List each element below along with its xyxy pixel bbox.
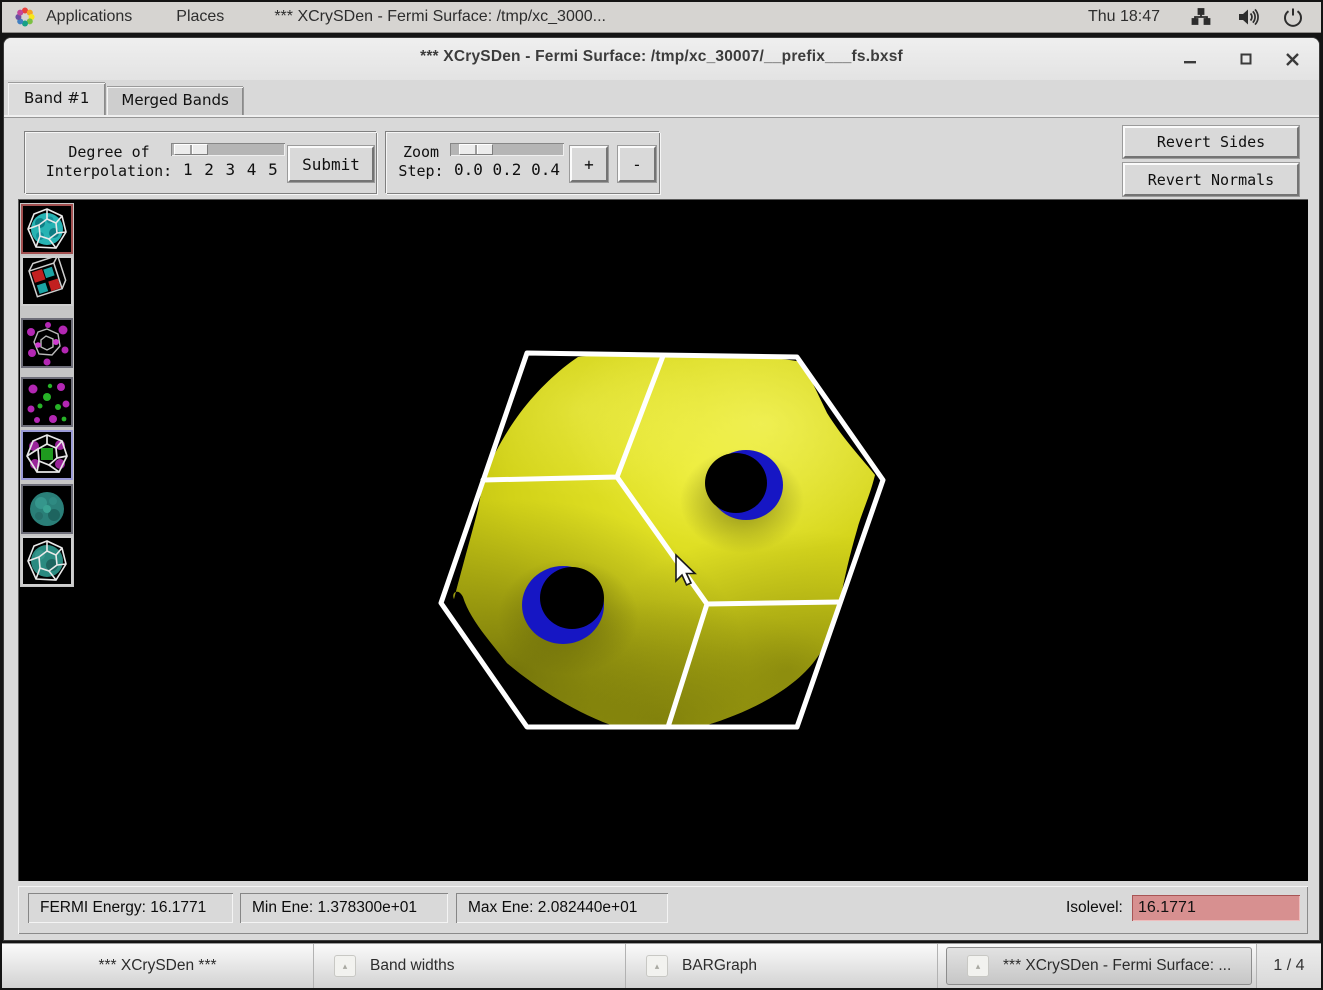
thumbnail-magenta-green-pockets[interactable]	[21, 377, 73, 427]
zoom-step-scale-ticks: 0.0 0.2 0.4	[454, 160, 560, 179]
topbar-right: Thu 18:47	[1070, 5, 1321, 29]
taskbar-item-fermi-surface-label: *** XCrySDen - Fermi Surface: ...	[1003, 957, 1231, 975]
zoom-in-button[interactable]: +	[570, 146, 608, 182]
isolevel-input[interactable]	[1132, 895, 1300, 921]
taskbar-item-bargraph-label: BARGraph	[682, 957, 757, 975]
tab-separator-line	[4, 115, 1319, 118]
fermi-surface-scene	[18, 199, 1308, 881]
tab-bar: Band #1 Merged Bands	[8, 84, 245, 115]
clock[interactable]: Thu 18:47	[1070, 8, 1178, 26]
taskbar-item-fermi-surface-active[interactable]: ▴ *** XCrySDen - Fermi Surface: ...	[946, 947, 1252, 985]
topbar-active-window-item[interactable]: *** XCrySDen - Fermi Surface: /tmp/xc_30…	[246, 8, 628, 26]
applications-pinwheel-icon[interactable]	[14, 6, 36, 28]
window-content: Band #1 Merged Bands Degree of Interpola…	[4, 80, 1319, 940]
fermi-energy-readout: FERMI Energy: 16.1771	[28, 893, 233, 923]
interpolation-scale-ticks: 1 2 3 4 5 6	[183, 160, 300, 179]
window-title: *** XCrySDen - Fermi Surface: /tmp/xc_30…	[4, 48, 1319, 66]
submit-button[interactable]: Submit	[288, 146, 374, 182]
thumbnail-teal-surface-wireframe[interactable]	[21, 536, 73, 586]
window-icon: ▴	[334, 955, 356, 977]
zoom-step-panel: Zoom Step: 0.0 0.2 0.4 + -	[386, 132, 660, 194]
interpolation-slider-handle[interactable]	[174, 144, 208, 155]
thumbnail-teal-closed-surface[interactable]	[21, 484, 73, 534]
places-menu[interactable]: Places	[154, 8, 246, 26]
thumbnail-green-magenta-wireframe-highlighted[interactable]	[21, 430, 73, 480]
taskbar: *** XCrySDen *** ▴ Band widths ▴ BARGrap…	[2, 943, 1321, 988]
xcrysden-fermi-surface-window: *** XCrySDen - Fermi Surface: /tmp/xc_30…	[4, 38, 1319, 940]
zoom-out-button[interactable]: -	[618, 146, 656, 182]
desktop-top-bar: Applications Places *** XCrySDen - Fermi…	[2, 2, 1321, 33]
revert-normals-button[interactable]: Revert Normals	[1123, 163, 1299, 196]
tab-band-1-label: Band #1	[24, 89, 89, 107]
interpolation-slider[interactable]	[171, 143, 285, 156]
max-energy-readout: Max Ene: 2.082440e+01	[456, 893, 668, 923]
thumbnail-magenta-pockets-wireframe[interactable]	[21, 318, 73, 368]
surface-hole-bottom	[522, 566, 604, 644]
fermi-surface-blob	[288, 294, 988, 839]
tab-merged-bands[interactable]: Merged Bands	[107, 87, 242, 115]
taskbar-item-band-widths[interactable]: ▴ Band widths	[314, 944, 626, 988]
taskbar-item-bargraph[interactable]: ▴ BARGraph	[626, 944, 938, 988]
surface-thumbnail-column	[20, 203, 74, 587]
tab-band-1[interactable]: Band #1	[8, 83, 105, 115]
power-icon[interactable]	[1281, 5, 1305, 29]
render-viewport[interactable]	[18, 199, 1308, 881]
min-energy-readout: Min Ene: 1.378300e+01	[240, 893, 448, 923]
topbar-left: Applications Places *** XCrySDen - Fermi…	[2, 6, 628, 28]
volume-icon[interactable]	[1235, 5, 1259, 29]
isolevel-label: Isolevel:	[1066, 899, 1123, 917]
thumbnail-cyan-surface-selected[interactable]	[21, 204, 73, 254]
zoom-step-slider[interactable]	[450, 143, 564, 156]
desktop-screen: Applications Places *** XCrySDen - Fermi…	[0, 0, 1323, 990]
tab-merged-bands-label: Merged Bands	[121, 91, 228, 109]
status-bar: FERMI Energy: 16.1771 Min Ene: 1.378300e…	[18, 886, 1308, 934]
taskbar-item-xcrysden-label: *** XCrySDen ***	[98, 957, 216, 975]
interpolation-label: Degree of Interpolation:	[39, 143, 179, 181]
taskbar-item-band-widths-label: Band widths	[370, 957, 454, 975]
thumbnail-cyan-red-cube[interactable]	[21, 256, 73, 306]
close-button[interactable]	[1277, 44, 1307, 74]
interpolation-panel: Degree of Interpolation: 1 2 3 4 5 6 Sub…	[25, 132, 377, 194]
window-icon: ▴	[967, 955, 989, 977]
window-icon: ▴	[646, 955, 668, 977]
applications-menu[interactable]: Applications	[36, 8, 154, 26]
workspace-pager[interactable]: 1 / 4	[1256, 944, 1321, 988]
zoom-step-slider-handle[interactable]	[459, 144, 493, 155]
window-titlebar[interactable]: *** XCrySDen - Fermi Surface: /tmp/xc_30…	[4, 38, 1319, 81]
minimize-button[interactable]	[1175, 44, 1205, 74]
revert-sides-button[interactable]: Revert Sides	[1123, 126, 1299, 158]
network-icon[interactable]	[1189, 5, 1213, 29]
zoom-step-label: Zoom Step:	[398, 143, 444, 181]
maximize-button[interactable]	[1231, 44, 1261, 74]
taskbar-item-xcrysden[interactable]: *** XCrySDen ***	[2, 944, 314, 988]
